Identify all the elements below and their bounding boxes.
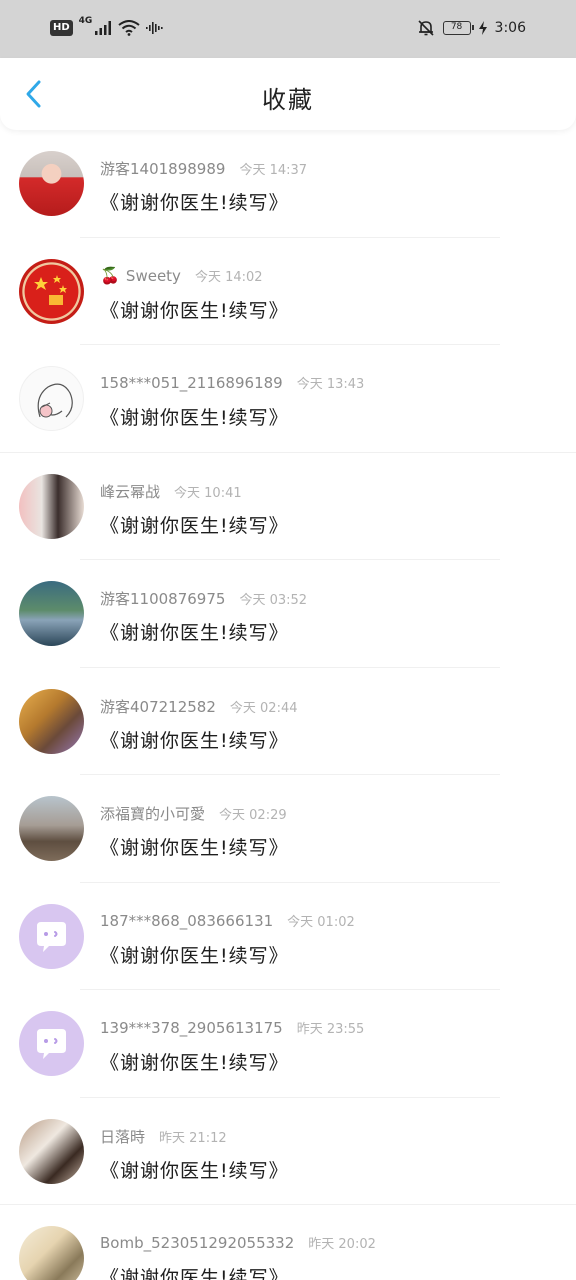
story-title[interactable]: 《谢谢你医生!续写》 (100, 403, 289, 430)
favorite-item[interactable]: 🍒 Sweety 今天 14:02 《谢谢你医生!续写》 (0, 238, 576, 345)
avatar[interactable] (19, 1011, 84, 1076)
bell-muted-icon (417, 20, 434, 36)
item-meta: 添福寶的小可愛 今天 02:29 (100, 803, 287, 824)
username[interactable]: 游客1401898989 (100, 158, 225, 179)
item-meta: 游客407212582 今天 02:44 (100, 696, 298, 717)
avatar[interactable] (19, 473, 84, 539)
battery-indicator: 78 (442, 21, 474, 35)
favorite-item[interactable]: 日落時 昨天 21:12 《谢谢你医生!续写》 (0, 1098, 576, 1205)
username[interactable]: 139***378_2905613175 (100, 1019, 283, 1037)
story-title[interactable]: 《谢谢你医生!续写》 (100, 1048, 289, 1075)
username[interactable]: 日落時 (100, 1126, 145, 1147)
timestamp: 今天 14:37 (239, 163, 308, 178)
avatar[interactable] (19, 1118, 84, 1184)
story-title[interactable]: 《谢谢你医生!续写》 (100, 618, 289, 645)
favorite-item[interactable]: 158***051_2116896189 今天 13:43 《谢谢你医生!续写》 (0, 345, 576, 453)
avatar[interactable] (19, 903, 84, 969)
username[interactable]: 峰云幂战 (100, 481, 160, 502)
username[interactable]: 添福寶的小可愛 (100, 803, 205, 824)
story-title[interactable]: 《谢谢你医生!续写》 (100, 511, 289, 538)
item-meta: 158***051_2116896189 今天 13:43 (100, 373, 364, 392)
timestamp: 昨天 20:02 (308, 1237, 376, 1252)
favorite-item[interactable]: 添福寶的小可愛 今天 02:29 《谢谢你医生!续写》 (0, 775, 576, 883)
item-meta: 峰云幂战 今天 10:41 (100, 481, 242, 502)
timestamp: 今天 02:29 (219, 808, 287, 823)
item-meta: Bomb_523051292055332 昨天 20:02 (100, 1233, 376, 1252)
favorite-item[interactable]: 139***378_2905613175 昨天 23:55 《谢谢你医生!续写》 (0, 990, 576, 1098)
story-title[interactable]: 《谢谢你医生!续写》 (100, 1156, 289, 1183)
username[interactable]: Bomb_523051292055332 (100, 1234, 294, 1252)
favorite-item[interactable]: 游客1401898989 今天 14:37 《谢谢你医生!续写》 (0, 130, 576, 238)
username[interactable]: 158***051_2116896189 (100, 374, 283, 392)
timestamp: 昨天 23:55 (296, 1022, 365, 1037)
favorites-list: 游客1401898989 今天 14:37 《谢谢你医生!续写》 🍒 Sweety… (0, 130, 576, 1280)
avatar[interactable] (19, 258, 84, 324)
item-meta: 游客1401898989 今天 14:37 (100, 158, 307, 179)
chat-bot-icon (37, 921, 66, 952)
story-title[interactable]: 《谢谢你医生!续写》 (100, 1263, 289, 1280)
status-bar: HD 4G 78 3:06 (0, 0, 576, 58)
username[interactable]: 🍒 Sweety (100, 266, 181, 285)
timestamp: 今天 10:41 (174, 485, 242, 501)
story-title[interactable]: 《谢谢你医生!续写》 (100, 726, 289, 753)
page-title: 收藏 (262, 86, 314, 114)
timestamp: 今天 02:44 (229, 700, 298, 716)
timestamp: 昨天 21:12 (159, 1130, 227, 1146)
username[interactable]: 187***868_083666131 (100, 912, 273, 930)
sketch-girl-icon (37, 383, 73, 418)
favorite-item[interactable]: Bomb_523051292055332 昨天 20:02 《谢谢你医生!续写》 (0, 1205, 576, 1280)
avatar[interactable] (19, 688, 84, 754)
wifi-icon (118, 20, 140, 36)
status-right: 78 3:06 (417, 16, 526, 40)
avatar[interactable] (19, 1226, 84, 1280)
network-type: 4G (78, 16, 93, 26)
timestamp: 今天 14:02 (194, 269, 263, 285)
status-left: HD 4G (50, 16, 164, 40)
timestamp: 今天 03:52 (239, 593, 308, 608)
story-title[interactable]: 《谢谢你医生!续写》 (100, 941, 289, 968)
signal-icon (95, 21, 112, 35)
item-meta: 187***868_083666131 今天 01:02 (100, 911, 355, 930)
charging-icon (478, 21, 487, 35)
username-text: Sweety (125, 266, 181, 285)
item-meta: 日落時 昨天 21:12 (100, 1126, 227, 1147)
item-meta: 🍒 Sweety 今天 14:02 (100, 266, 263, 285)
flag-badge-icon (34, 274, 67, 305)
status-time: 3:06 (494, 20, 526, 36)
username[interactable]: 游客1100876975 (100, 588, 225, 609)
avatar[interactable] (19, 581, 84, 646)
audio-wave-icon (146, 22, 163, 34)
timestamp: 今天 01:02 (287, 914, 355, 930)
chat-bot-icon (37, 1029, 66, 1059)
username[interactable]: 游客407212582 (100, 696, 216, 717)
story-title[interactable]: 《谢谢你医生!续写》 (100, 188, 289, 215)
nav-bar: 收藏 (0, 58, 576, 130)
favorite-item[interactable]: 游客407212582 今天 02:44 《谢谢你医生!续写》 (0, 668, 576, 775)
avatar[interactable] (19, 796, 84, 861)
item-meta: 游客1100876975 今天 03:52 (100, 588, 307, 609)
item-meta: 139***378_2905613175 昨天 23:55 (100, 1018, 364, 1037)
avatar[interactable] (19, 151, 84, 216)
cherry-emoji: 🍒 (100, 265, 120, 285)
favorite-item[interactable]: 187***868_083666131 今天 01:02 《谢谢你医生!续写》 (0, 883, 576, 990)
avatar[interactable] (19, 366, 84, 431)
timestamp: 今天 13:43 (296, 377, 365, 392)
story-title[interactable]: 《谢谢你医生!续写》 (100, 296, 289, 323)
hd-badge: HD (50, 20, 73, 36)
story-title[interactable]: 《谢谢你医生!续写》 (100, 833, 289, 860)
favorite-item[interactable]: 峰云幂战 今天 10:41 《谢谢你医生!续写》 (0, 453, 576, 560)
favorite-item[interactable]: 游客1100876975 今天 03:52 《谢谢你医生!续写》 (0, 560, 576, 668)
